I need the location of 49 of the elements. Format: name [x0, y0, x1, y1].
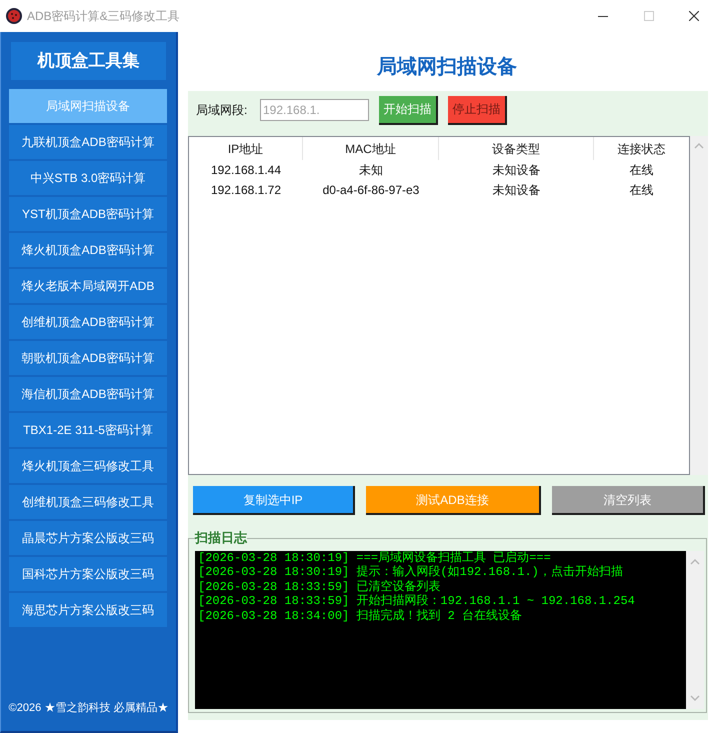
sidebar-item[interactable]: 海思芯片方案公版改三码 [9, 593, 167, 627]
sidebar-item[interactable]: TBX1-2E 311-5密码计算 [9, 413, 167, 447]
log-scrollbar[interactable] [686, 551, 704, 709]
sidebar-item[interactable]: 国科芯片方案公版改三码 [9, 557, 167, 591]
scroll-down-icon [690, 695, 700, 701]
table-cell-text: 在线 [628, 162, 654, 179]
log-line: [2026-03-28 18:34:00] 扫描完成！找到 2 台在线设备 [198, 608, 524, 624]
page-title: 局域网扫描设备 [377, 55, 517, 80]
scroll-up-icon [694, 143, 704, 149]
sidebar-title: 机顶盒工具集 [11, 42, 166, 80]
sidebar-item[interactable]: 九联机顶盒ADB密码计算 [9, 125, 167, 159]
sidebar-item[interactable]: 烽火老版本局域网开ADB [9, 269, 167, 303]
sidebar-item[interactable]: 创维机顶盒ADB密码计算 [9, 305, 167, 339]
sidebar-footer: ©2026 ★雪之韵科技 必属精品★ [1, 700, 176, 716]
copy-ip-button[interactable]: 复制选中IP [193, 486, 355, 515]
table-cell-text: 未知 [358, 162, 384, 179]
start-scan-button[interactable]: 开始扫描 [379, 96, 438, 124]
window-title: ADB密码计算&三码修改工具 [27, 8, 180, 25]
column-header[interactable]: 设备类型 [439, 137, 594, 160]
column-header[interactable]: MAC地址 [303, 137, 439, 160]
table-cell-text: d0-a4-6f-86-97-e3 [322, 182, 420, 199]
log-line: [2026-03-28 18:33:59] 已清空设备列表 [198, 580, 442, 594]
range-input[interactable]: 192.168.1. [260, 99, 369, 121]
table-cell-text: 192.168.1.44 [210, 162, 282, 179]
close-icon [689, 11, 699, 21]
sidebar-item[interactable]: 朝歌机顶盒ADB密码计算 [9, 341, 167, 375]
maximize-icon [644, 11, 654, 21]
log-line: [2026-03-28 18:33:59] 开始扫描网段：192.168.1.1 ~ 192.168.1.254 [198, 594, 636, 608]
sidebar-item[interactable]: 烽火机顶盒ADB密码计算 [9, 233, 167, 267]
sidebar-item[interactable]: YST机顶盒ADB密码计算 [9, 197, 167, 231]
clear-list-button[interactable]: 清空列表 [552, 486, 705, 515]
table-scrollbar[interactable] [690, 136, 708, 475]
range-label: 局域网段: [196, 102, 248, 119]
table-cell-text: 192.168.1.72 [210, 182, 282, 199]
app-logo-icon [6, 8, 22, 24]
column-header[interactable]: 连接状态 [594, 137, 689, 160]
sidebar-item[interactable]: 创维机顶盒三码修改工具 [9, 485, 167, 519]
log-line: [2026-03-28 18:30:19] 提示：输入网段(如192.168.1.)，点击开始扫描 [198, 565, 624, 580]
sidebar-item[interactable]: 中兴STB 3.0密码计算 [9, 161, 167, 195]
log-line: [2026-03-28 18:30:19] ===局域网设备扫描工具 已启动=== [198, 551, 552, 565]
log-title: 扫描日志 [195, 530, 247, 546]
table-cell-text: 未知设备 [492, 162, 542, 179]
column-header[interactable]: IP地址 [189, 137, 303, 160]
sidebar-item[interactable]: 晶晨芯片方案公版改三码 [9, 521, 167, 555]
table-cell-text: 未知设备 [492, 182, 542, 199]
sidebar-item[interactable]: 海信机顶盒ADB密码计算 [9, 377, 167, 411]
table-cell-text: 在线 [628, 182, 654, 199]
sidebar-item[interactable]: 烽火机顶盒三码修改工具 [9, 449, 167, 483]
scroll-up-icon [690, 559, 700, 565]
